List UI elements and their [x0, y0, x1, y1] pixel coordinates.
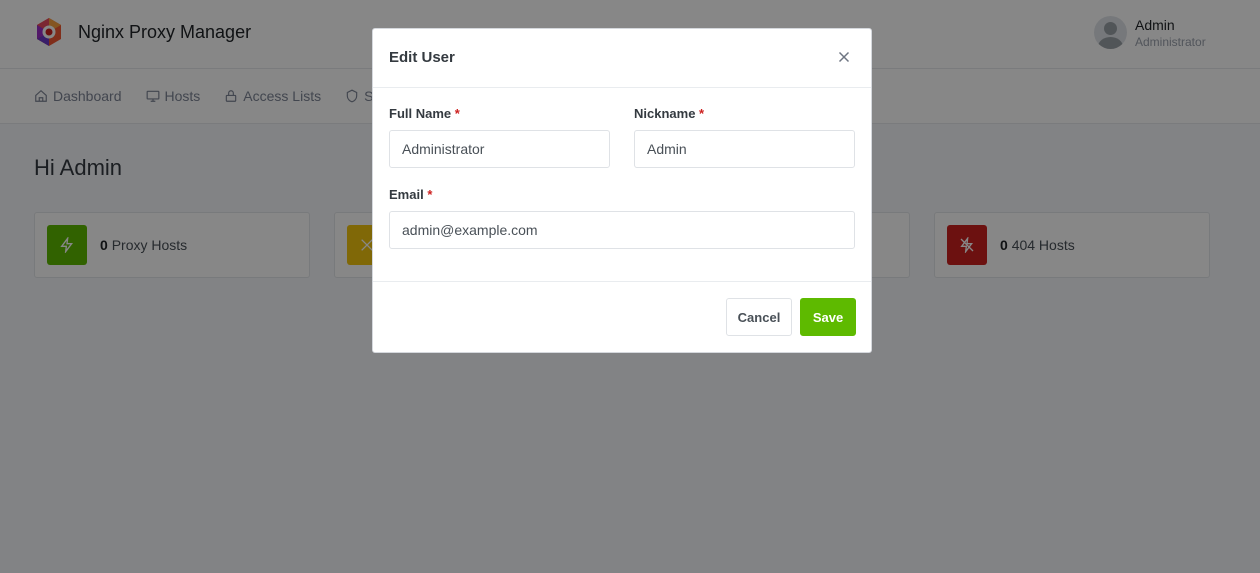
email-label-text: Email [389, 187, 424, 202]
full-name-input[interactable] [389, 130, 610, 168]
nickname-label: Nickname * [634, 106, 704, 121]
full-name-label-text: Full Name [389, 106, 452, 121]
full-name-label: Full Name * [389, 106, 460, 121]
required-mark: * [454, 106, 460, 121]
nickname-label-text: Nickname [634, 106, 696, 121]
cancel-button[interactable]: Cancel [726, 298, 792, 336]
close-icon[interactable] [835, 48, 853, 66]
edit-user-modal: Edit User Full Name * Nickname * Email *… [372, 28, 872, 353]
email-input[interactable] [389, 211, 855, 249]
save-button[interactable]: Save [800, 298, 856, 336]
modal-title: Edit User [389, 49, 455, 66]
nickname-input[interactable] [634, 130, 855, 168]
required-mark: * [699, 106, 705, 121]
modal-body: Full Name * Nickname * Email * [373, 88, 871, 282]
modal-header: Edit User [373, 29, 871, 88]
email-label: Email * [389, 187, 432, 202]
required-mark: * [427, 187, 433, 202]
